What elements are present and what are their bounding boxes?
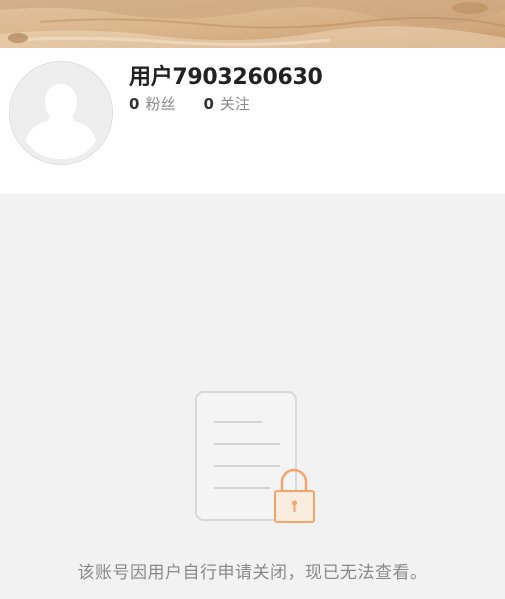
following-count: 0 [203,95,214,113]
following-label: 关注 [219,95,250,113]
followers-label: 粉丝 [145,95,176,113]
empty-state: 该账号因用户自行申请关闭，现已无法查看。 [0,194,505,599]
followers-count: 0 [129,95,140,113]
default-user-avatar-icon [10,62,112,164]
username: 用户7903260630 [129,65,323,90]
profile-stats: 0 粉丝 0 关注 [129,93,250,114]
avatar[interactable] [10,62,112,164]
cover-banner [0,0,505,48]
followers-stat[interactable]: 0 粉丝 [129,93,175,114]
sand-cover-image [0,0,505,48]
locked-document-icon [190,390,322,528]
following-stat[interactable]: 0 关注 [203,93,249,114]
account-closed-message: 该账号因用户自行申请关闭，现已无法查看。 [77,563,428,583]
